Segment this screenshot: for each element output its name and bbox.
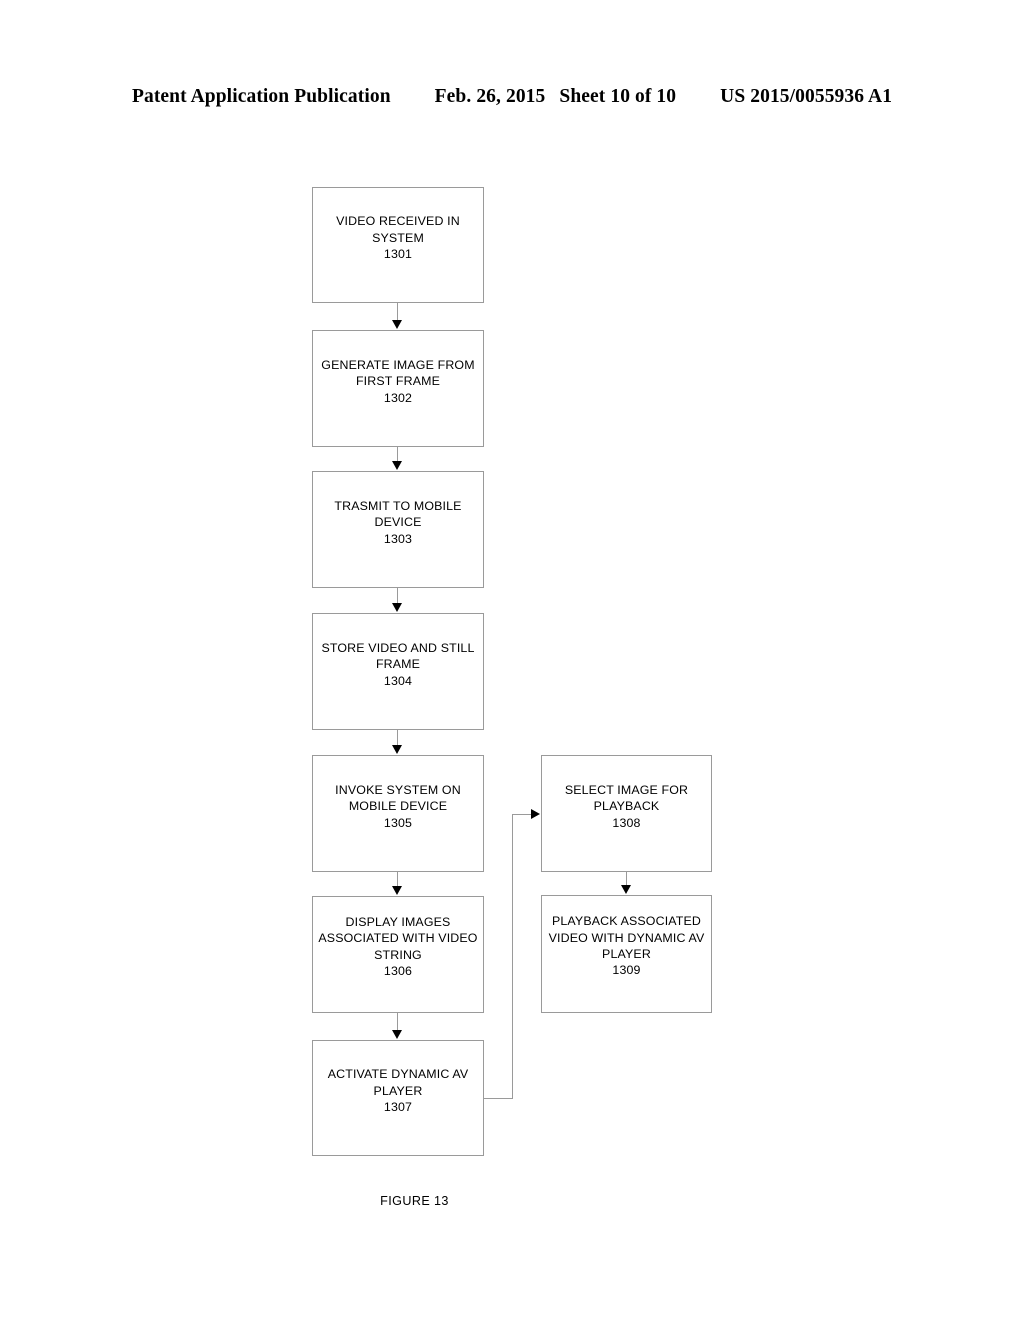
flow-box-1301: VIDEO RECEIVED IN SYSTEM 1301 <box>312 187 484 303</box>
flow-box-1302-label: GENERATE IMAGE FROM FIRST FRAME 1302 <box>321 357 475 405</box>
arrowhead-1308-to-1309 <box>621 885 631 894</box>
connector-1307-to-1308-segment-h2 <box>512 814 533 815</box>
flow-box-1306: DISPLAY IMAGES ASSOCIATED WITH VIDEO STR… <box>312 896 484 1013</box>
flow-box-1304-label: STORE VIDEO AND STILL FRAME 1304 <box>321 640 475 688</box>
connector-1307-to-1308-segment-v <box>512 814 513 1099</box>
flow-box-1309: PLAYBACK ASSOCIATED VIDEO WITH DYNAMIC A… <box>541 895 712 1013</box>
arrowhead-1302-to-1303 <box>392 461 402 470</box>
flow-box-1302: GENERATE IMAGE FROM FIRST FRAME 1302 <box>312 330 484 447</box>
flow-box-1303-label: TRASMIT TO MOBILE DEVICE 1303 <box>334 498 462 546</box>
flow-box-1305: INVOKE SYSTEM ON MOBILE DEVICE 1305 <box>312 755 484 872</box>
flow-box-1306-label: DISPLAY IMAGES ASSOCIATED WITH VIDEO STR… <box>318 914 478 978</box>
arrowhead-1306-to-1307 <box>392 1030 402 1039</box>
connector-1307-to-1308-segment-h1 <box>484 1098 513 1099</box>
flow-box-1305-label: INVOKE SYSTEM ON MOBILE DEVICE 1305 <box>335 782 461 830</box>
flow-box-1303: TRASMIT TO MOBILE DEVICE 1303 <box>312 471 484 588</box>
flow-box-1309-label: PLAYBACK ASSOCIATED VIDEO WITH DYNAMIC A… <box>548 914 705 978</box>
flow-box-1307-label: ACTIVATE DYNAMIC AV PLAYER 1307 <box>327 1067 469 1115</box>
flow-box-1308: SELECT IMAGE FOR PLAYBACK 1308 <box>541 755 712 872</box>
flow-box-1307: ACTIVATE DYNAMIC AV PLAYER 1307 <box>312 1040 484 1156</box>
figure-caption: FIGURE 13 <box>380 1194 449 1208</box>
flow-box-1304: STORE VIDEO AND STILL FRAME 1304 <box>312 613 484 730</box>
arrowhead-1305-to-1306 <box>392 886 402 895</box>
arrowhead-1304-to-1305 <box>392 745 402 754</box>
arrowhead-1307-to-1308 <box>531 809 540 819</box>
arrowhead-1301-to-1302 <box>392 320 402 329</box>
flow-box-1308-label: SELECT IMAGE FOR PLAYBACK 1308 <box>564 782 689 830</box>
arrowhead-1303-to-1304 <box>392 603 402 612</box>
flow-box-1301-label: VIDEO RECEIVED IN SYSTEM 1301 <box>336 214 460 262</box>
figure-13-flowchart: VIDEO RECEIVED IN SYSTEM 1301 GENERATE I… <box>0 0 1024 1320</box>
